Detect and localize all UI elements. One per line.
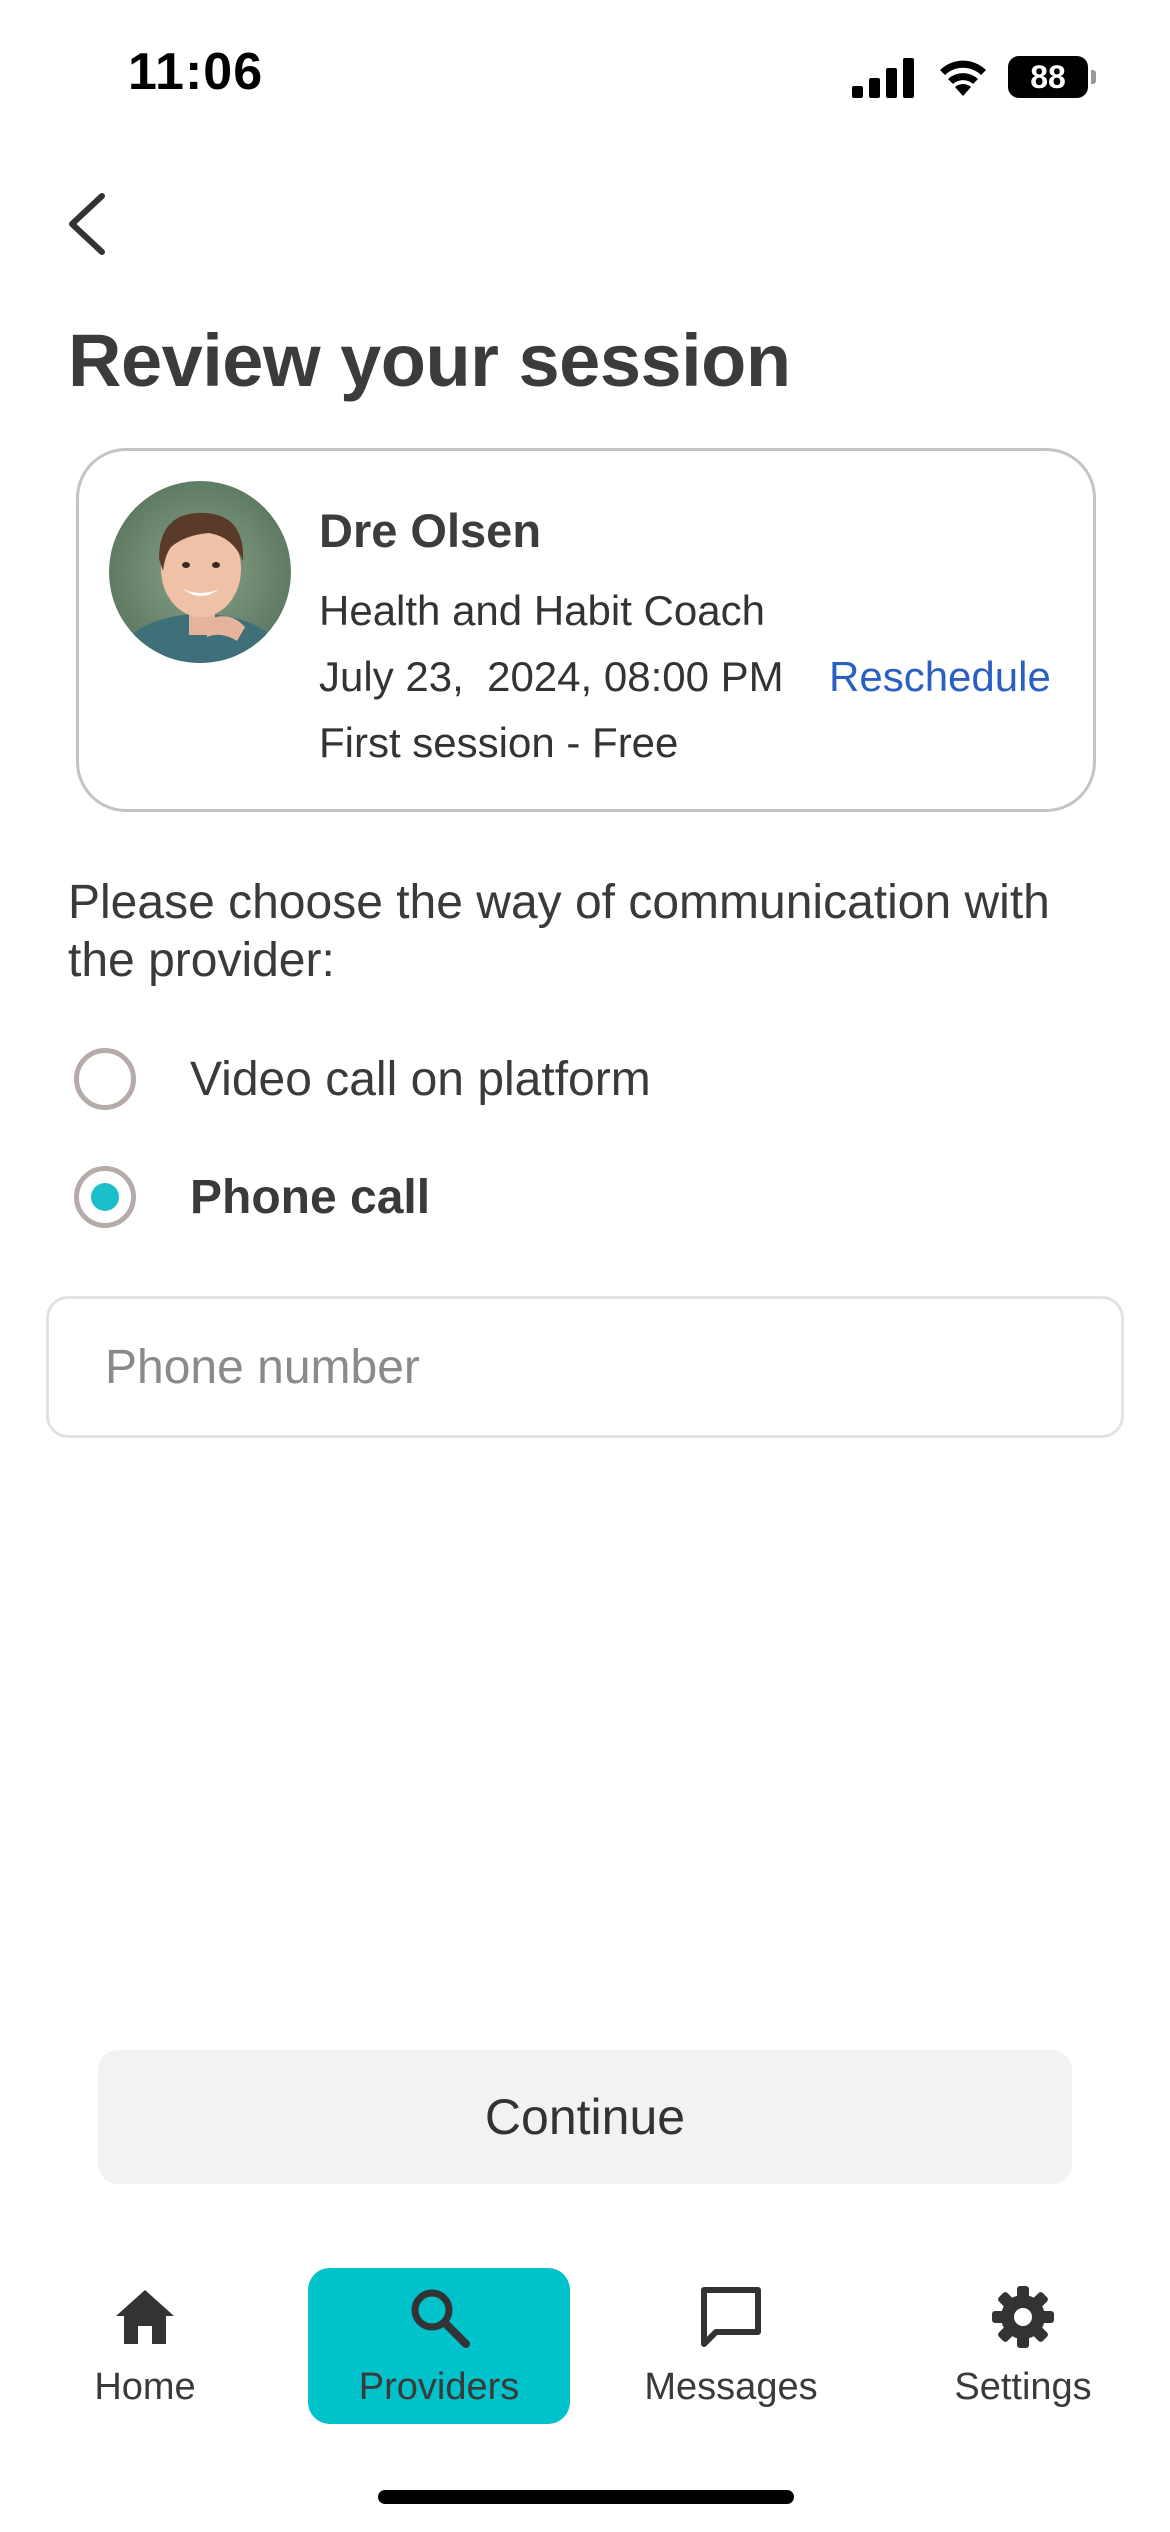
message-icon xyxy=(701,2287,761,2347)
radio-video-call-label: Video call on platform xyxy=(190,1053,651,1106)
reschedule-link[interactable]: Reschedule xyxy=(829,653,1051,701)
battery-level: 88 xyxy=(1008,56,1088,98)
tab-providers[interactable]: Providers xyxy=(308,2268,570,2424)
tab-providers-label: Providers xyxy=(358,2366,520,2408)
radio-phone-call-label: Phone call xyxy=(190,1171,431,1224)
provider-name: Dre Olsen xyxy=(319,504,542,557)
tab-home-label: Home xyxy=(94,2366,196,2408)
radio-video-call[interactable]: Video call on platform xyxy=(74,1048,974,1110)
provider-role: Health and Habit Coach xyxy=(319,587,765,634)
communication-prompt: Please choose the way of communication w… xyxy=(68,876,1050,987)
radio-unselected[interactable] xyxy=(74,1048,136,1110)
tab-settings-label: Settings xyxy=(954,2366,1092,2408)
battery-cap xyxy=(1091,70,1096,84)
session-price: First session - Free xyxy=(319,719,679,766)
session-datetime: July 23, 2024, 08:00 PM xyxy=(319,653,784,700)
tab-bar: Home Providers Messages Settings xyxy=(0,2260,1170,2440)
home-icon xyxy=(116,2290,174,2344)
wifi-icon xyxy=(940,60,986,96)
signal-icon xyxy=(852,58,914,98)
status-bar: 11:06 88 xyxy=(0,0,1170,150)
tab-home[interactable]: Home xyxy=(14,2268,276,2424)
radio-selected[interactable] xyxy=(74,1166,136,1228)
home-indicator xyxy=(378,2490,794,2504)
search-icon xyxy=(411,2289,470,2348)
status-time: 11:06 xyxy=(128,43,264,101)
avatar xyxy=(109,481,291,663)
phone-number-input[interactable] xyxy=(46,1296,1124,1438)
provider-card: Dre Olsen Health and Habit Coach July 23… xyxy=(76,448,1096,812)
tab-messages-label: Messages xyxy=(644,2366,818,2408)
tab-messages[interactable]: Messages xyxy=(600,2268,862,2424)
tab-settings[interactable]: Settings xyxy=(892,2268,1154,2424)
continue-button[interactable]: Continue xyxy=(98,2050,1072,2184)
chevron-left-icon[interactable] xyxy=(58,188,114,260)
radio-dot xyxy=(91,1183,119,1211)
battery-icon: 88 xyxy=(1008,56,1096,98)
gear-icon xyxy=(992,2286,1054,2348)
page-title: Review your session xyxy=(68,319,791,402)
radio-phone-call[interactable]: Phone call xyxy=(74,1166,974,1228)
